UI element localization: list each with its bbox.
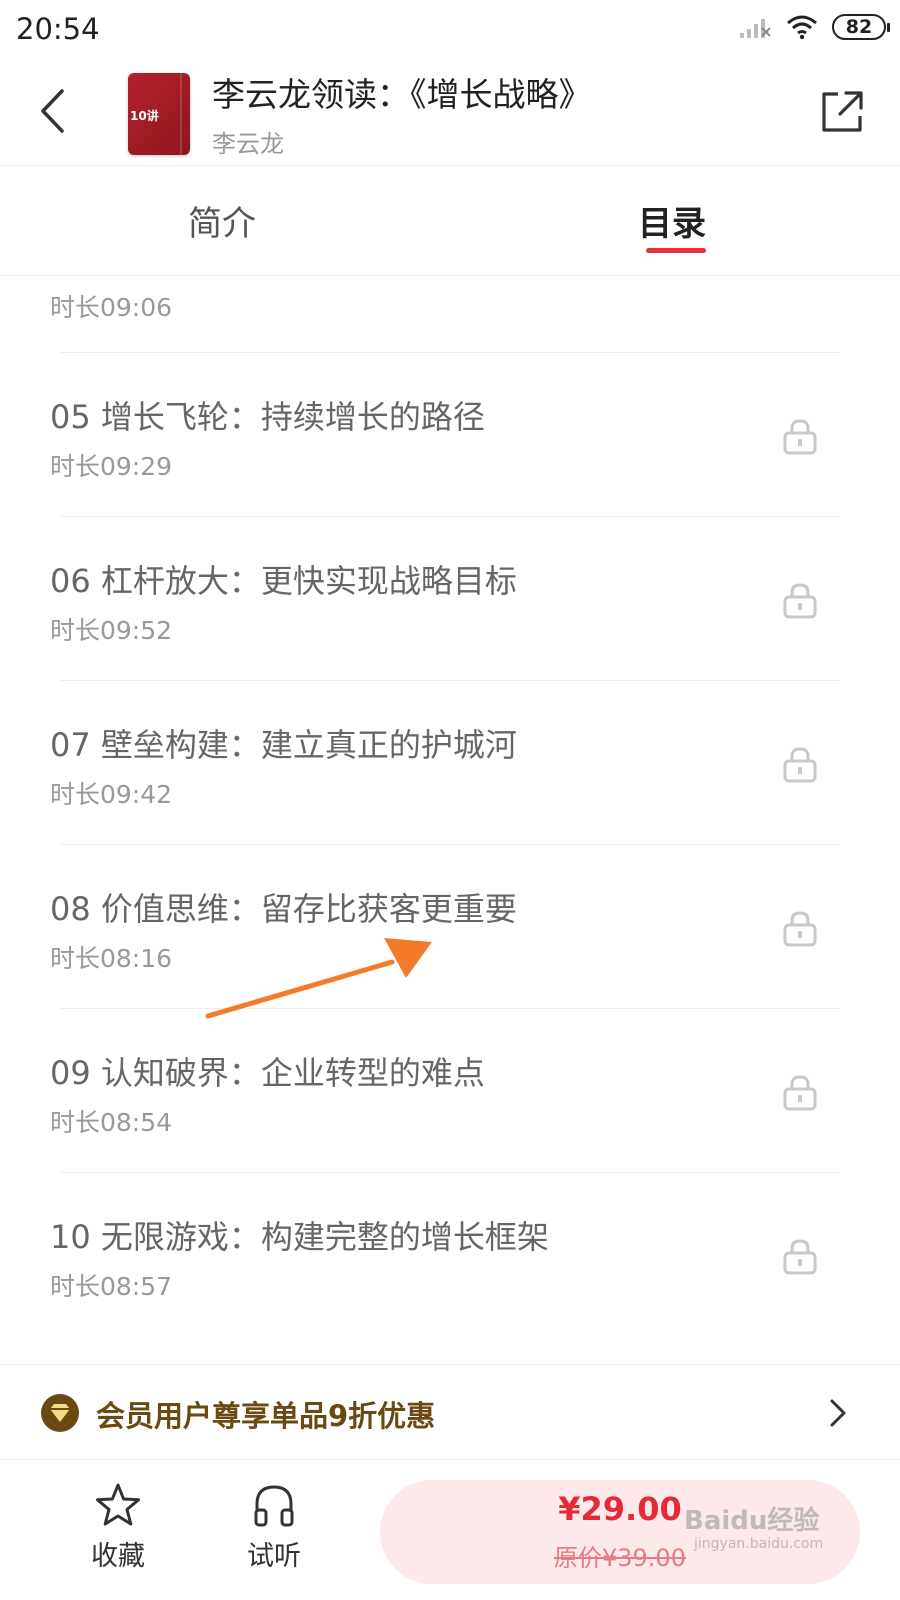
status-time: 20:54 (16, 12, 100, 46)
tab-intro[interactable]: 简介 (188, 196, 256, 245)
divider (60, 1008, 840, 1009)
list-item[interactable]: 08 价值思维：留存比获客更重要 时长08:16 (0, 844, 900, 1012)
status-bar: 20:54 82 (0, 0, 900, 62)
cover-label: 10讲 (130, 109, 159, 123)
list-item[interactable]: 10 无限游戏：构建完整的增长框架 时长08:57 (0, 1172, 900, 1340)
lock-icon (783, 1075, 817, 1111)
divider (60, 1172, 840, 1173)
status-icons: 82 (738, 14, 890, 40)
chevron-left-icon (41, 89, 64, 133)
lock-icon (783, 583, 817, 619)
lock-icon (783, 1239, 817, 1275)
list-item[interactable]: 06 杠杆放大：更快实现战略目标 时长09:52 (0, 516, 900, 684)
lock-icon (783, 911, 817, 947)
divider (60, 680, 840, 681)
share-button[interactable] (818, 86, 866, 136)
page-title: 李云龙领读：《增长战略》 (212, 75, 592, 114)
list-item[interactable]: 09 认知破界：企业转型的难点 时长08:54 (0, 1008, 900, 1176)
divider (60, 352, 840, 353)
listen-label: 试听 (247, 1541, 301, 1572)
tab-catalog[interactable]: 目录 (638, 196, 706, 245)
chevron-right-icon (830, 1399, 846, 1427)
episode-title: 09 认知破界：企业转型的难点 (50, 1054, 485, 1092)
episode-duration: 时长09:29 (50, 452, 173, 481)
watermark-url: jingyan.baidu.com (694, 1536, 824, 1552)
divider (60, 844, 840, 845)
episode-duration: 时长08:57 (50, 1272, 173, 1301)
episode-duration: 时长08:54 (50, 1108, 173, 1137)
episode-title: 06 杠杆放大：更快实现战略目标 (50, 562, 517, 600)
list-item[interactable]: 07 壁垒构建：建立真正的护城河 时长09:42 (0, 680, 900, 848)
signal-icon (740, 19, 771, 38)
lock-icon (783, 419, 817, 455)
vip-promo-bar[interactable]: 会员用户尊享单品9折优惠 (0, 1364, 900, 1460)
episode-title: 08 价值思维：留存比获客更重要 (50, 890, 517, 928)
share-icon (822, 91, 863, 132)
episode-duration: 时长09:52 (50, 616, 173, 645)
book-cover: 10讲 (128, 73, 190, 155)
episode-list[interactable]: 时长09:06 05 增长飞轮：持续增长的路径 时长09:29 06 杠杆放大：… (0, 276, 900, 1364)
promo-text: 会员用户尊享单品9折优惠 (96, 1399, 436, 1433)
episode-duration: 时长09:42 (50, 780, 173, 809)
divider (60, 516, 840, 517)
episode-title: 07 壁垒构建：建立真正的护城河 (50, 726, 517, 764)
lock-icon (783, 747, 817, 783)
wifi-icon (787, 15, 817, 40)
watermark: Baidu经验 (684, 1506, 820, 1536)
episode-duration: 时长09:06 (50, 293, 173, 322)
active-tab-indicator (646, 248, 706, 253)
headphones-icon (254, 1485, 294, 1527)
author-name: 李云龙 (212, 130, 284, 158)
star-icon (96, 1483, 140, 1526)
episode-duration: 时长08:16 (50, 944, 173, 973)
list-item[interactable]: 05 增长飞轮：持续增长的路径 时长09:29 (0, 352, 900, 520)
episode-title: 10 无限游戏：构建完整的增长框架 (50, 1218, 549, 1256)
tab-bar: 简介 目录 (0, 166, 900, 276)
battery-icon: 82 (832, 14, 890, 40)
trial-listen-button[interactable]: 试听 (214, 1482, 334, 1582)
favorite-button[interactable]: 收藏 (58, 1482, 178, 1582)
battery-level: 82 (845, 16, 873, 38)
favorite-label: 收藏 (91, 1541, 145, 1572)
header: 10讲 李云龙领读：《增长战略》 李云龙 (0, 62, 900, 166)
lock-icon (782, 276, 818, 290)
back-button[interactable] (30, 84, 74, 138)
vip-diamond-icon (41, 1394, 79, 1432)
episode-title: 05 增长飞轮：持续增长的路径 (50, 398, 485, 436)
